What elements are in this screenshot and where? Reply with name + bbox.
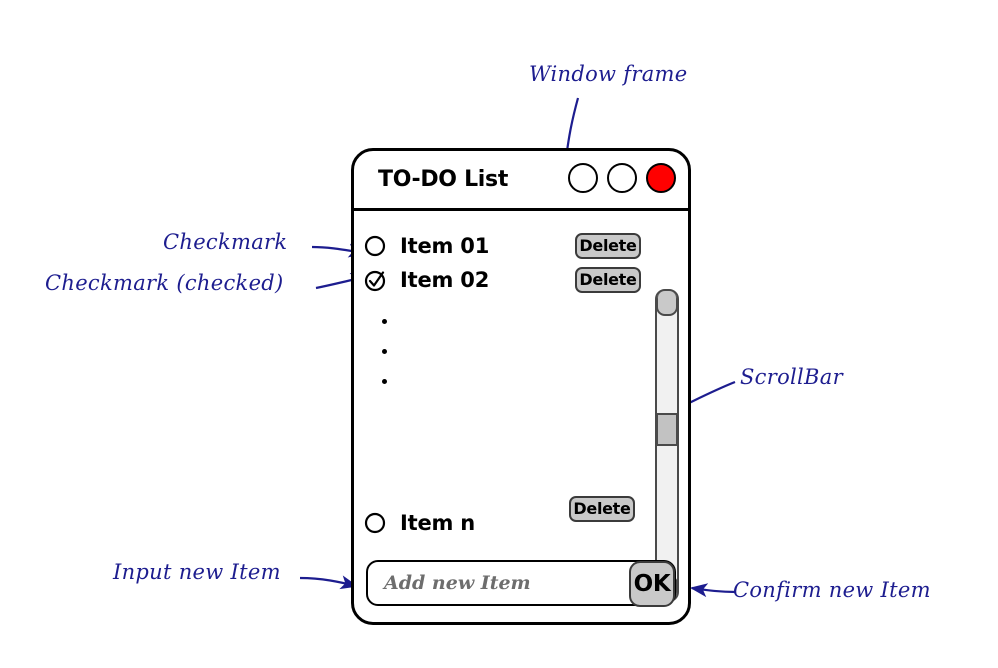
ok-button[interactable]: OK — [629, 561, 675, 607]
list-item-label: Item n — [400, 511, 476, 535]
checkbox-checked-icon[interactable] — [364, 269, 386, 292]
list-item-label: Item 02 — [400, 268, 490, 292]
list-ellipsis — [382, 319, 394, 409]
checkbox-unchecked-icon[interactable] — [364, 235, 386, 257]
scrollbar-thumb[interactable] — [657, 413, 677, 446]
maximize-button[interactable] — [607, 163, 637, 193]
ellipsis-dot — [382, 349, 387, 354]
delete-button[interactable]: Delete — [569, 496, 635, 522]
wireframe-canvas: Window frame Checkmark Checkmark (checke… — [0, 0, 998, 668]
ellipsis-dot — [382, 379, 387, 384]
scroll-up-button[interactable] — [657, 291, 677, 316]
annotation-input-new-item: Input new Item — [113, 560, 281, 584]
new-item-input[interactable]: Add new Item OK — [366, 560, 676, 607]
todo-window: TO-DO List Item 01 Delete Item 02 Delete… — [351, 148, 691, 625]
annotation-window-frame: Window frame — [529, 62, 688, 86]
minimize-button[interactable] — [568, 163, 598, 193]
window-title: TO-DO List — [378, 167, 509, 192]
scrollbar[interactable] — [655, 289, 679, 602]
close-button[interactable] — [646, 163, 676, 193]
ellipsis-dot — [382, 319, 387, 324]
annotation-scrollbar: ScrollBar — [740, 365, 843, 389]
todo-list: Item 01 Delete Item 02 Delete Item n Del… — [354, 211, 688, 602]
delete-button[interactable]: Delete — [575, 233, 641, 259]
annotation-confirm-new-item: Confirm new Item — [733, 578, 931, 602]
list-item-label: Item 01 — [400, 234, 490, 258]
checkbox-unchecked-icon[interactable] — [364, 512, 386, 534]
window-titlebar[interactable]: TO-DO List — [354, 151, 688, 211]
window-controls — [568, 163, 676, 193]
annotation-checkmark: Checkmark — [163, 230, 288, 254]
delete-button[interactable]: Delete — [575, 267, 641, 293]
annotation-checkmark-checked: Checkmark (checked) — [45, 271, 284, 295]
list-item[interactable]: Item n — [354, 506, 688, 540]
